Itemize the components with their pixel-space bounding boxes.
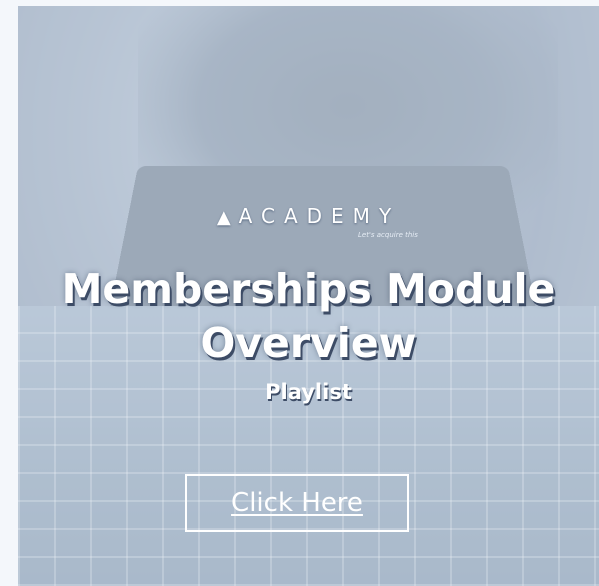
banner-title-line1: Memberships Module (61, 265, 556, 313)
academy-brand-text: ACADEMY (238, 204, 401, 228)
banner-title-line2: Overview (200, 319, 417, 367)
playlist-banner: ▲ ACADEMY Let's acquire this Memberships … (18, 6, 599, 586)
academy-brand: ▲ ACADEMY (18, 204, 599, 228)
banner-title: Memberships Module Overview (18, 262, 599, 370)
academy-tagline: Let's acquire this (358, 231, 418, 239)
click-here-button[interactable]: Click Here (185, 474, 409, 532)
banner-subtitle: Playlist (265, 380, 352, 404)
academy-logo-icon: ▲ (216, 207, 231, 228)
